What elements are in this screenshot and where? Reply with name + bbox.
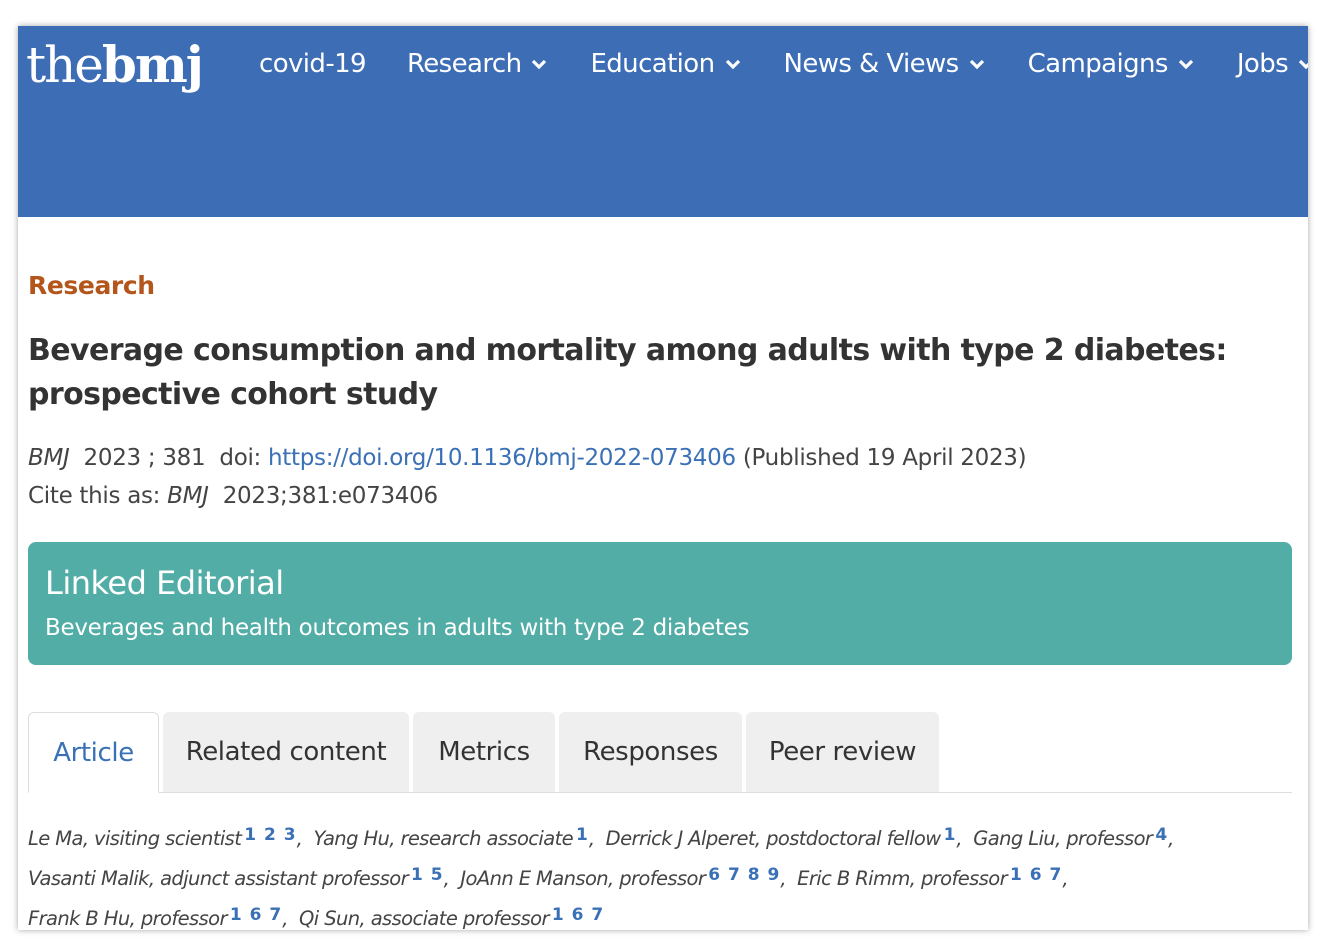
tab-label: Peer review xyxy=(768,737,917,767)
nav-item-label: Education xyxy=(590,49,715,79)
tab-related-content[interactable]: Related content xyxy=(163,712,409,792)
tab-responses[interactable]: Responses xyxy=(559,712,742,792)
tab-article[interactable]: Article xyxy=(28,712,159,793)
author-name[interactable]: Le Ma, visiting scientist xyxy=(28,827,242,850)
affiliation-refs[interactable]: 1 6 7 xyxy=(230,905,282,925)
author-entry: Derrick J Alperet, postdoctoral fellow 1, xyxy=(605,825,968,850)
logo-thin-text: the xyxy=(26,36,104,94)
cite-this-as: Cite this as: BMJ 2023;381:e073406 xyxy=(28,483,438,509)
journal-name: BMJ xyxy=(28,445,70,471)
year-volume: 2023 ; 381 xyxy=(83,445,206,471)
author-name[interactable]: Yang Hu, research associate xyxy=(313,827,573,850)
top-navbar: thebmj covid-19 Research Education News … xyxy=(18,26,1308,217)
bmj-logo[interactable]: thebmj xyxy=(26,30,204,100)
citation-line: BMJ 2023 ; 381 doi: https://doi.org/10.1… xyxy=(28,445,1027,471)
affiliation-refs[interactable]: 1 6 7 xyxy=(1010,865,1062,885)
tab-label: Article xyxy=(53,737,134,768)
author-entry: Gang Liu, professor 4, xyxy=(973,825,1174,850)
affiliation-refs[interactable]: 4 xyxy=(1155,825,1168,845)
tab-label: Related content xyxy=(185,737,387,767)
article-category[interactable]: Research xyxy=(28,271,155,300)
linked-editorial-box[interactable]: Linked Editorial Beverages and health ou… xyxy=(28,542,1292,665)
affiliation-refs[interactable]: 1 5 xyxy=(411,865,444,885)
chevron-down-icon xyxy=(725,59,740,70)
nav-item-education[interactable]: Education xyxy=(590,49,742,79)
tab-metrics[interactable]: Metrics xyxy=(413,712,555,792)
chevron-down-icon xyxy=(1298,59,1308,70)
affiliation-refs[interactable]: 1 2 3 xyxy=(244,825,296,845)
published-date: (Published 19 April 2023) xyxy=(742,445,1027,471)
affiliation-refs[interactable]: 1 xyxy=(576,825,589,845)
affiliation-refs[interactable]: 6 7 8 9 xyxy=(708,865,780,885)
nav-item-campaigns[interactable]: Campaigns xyxy=(1028,49,1196,79)
article-tabs: Article Related content Metrics Response… xyxy=(28,712,1292,793)
nav-menu: covid-19 Research Education News & Views… xyxy=(259,44,1308,84)
author-list: Le Ma, visiting scientist 1 2 3, Yang Hu,… xyxy=(28,817,1292,930)
nav-item-label: Campaigns xyxy=(1027,49,1169,79)
author-name[interactable]: Qi Sun, associate professor xyxy=(299,907,549,930)
doi-link[interactable]: https://doi.org/10.1136/bmj-2022-073406 xyxy=(268,445,736,471)
chevron-down-icon xyxy=(969,59,984,70)
author-entry: Yang Hu, research associate 1, xyxy=(313,825,601,850)
nav-item-news-views[interactable]: News & Views xyxy=(784,49,987,79)
author-entry: Vasanti Malik, adjunct assistant profess… xyxy=(28,865,455,890)
author-entry: Qi Sun, associate professor 1 6 7 xyxy=(299,905,604,930)
chevron-down-icon xyxy=(532,59,547,70)
editorial-heading: Linked Editorial xyxy=(45,564,284,602)
author-name[interactable]: Frank B Hu, professor xyxy=(28,907,227,930)
chevron-down-icon xyxy=(1178,59,1193,70)
affiliation-refs[interactable]: 1 6 7 xyxy=(552,905,604,925)
nav-item-label: News & Views xyxy=(783,49,960,79)
logo-bold-text: bmj xyxy=(101,35,204,94)
nav-item-jobs[interactable]: Jobs xyxy=(1237,49,1308,79)
nav-item-label: Research xyxy=(406,49,522,79)
tab-peer-review[interactable]: Peer review xyxy=(746,712,939,792)
browser-page: thebmj covid-19 Research Education News … xyxy=(18,26,1308,930)
editorial-subtitle[interactable]: Beverages and health outcomes in adults … xyxy=(45,615,750,641)
author-entry: Le Ma, visiting scientist 1 2 3, xyxy=(28,825,308,850)
author-name[interactable]: JoAnn E Manson, professor xyxy=(460,867,705,890)
cite-label: Cite this as: xyxy=(28,483,161,509)
tab-label: Responses xyxy=(583,737,718,767)
author-entry: Eric B Rimm, professor 1 6 7, xyxy=(797,865,1068,890)
author-name[interactable]: Eric B Rimm, professor xyxy=(797,867,1007,890)
author-entry: JoAnn E Manson, professor 6 7 8 9, xyxy=(460,865,792,890)
cite-value: 2023;381:e073406 xyxy=(222,483,438,509)
author-name[interactable]: Gang Liu, professor xyxy=(973,827,1153,850)
nav-item-research[interactable]: Research xyxy=(407,49,549,79)
journal-name: BMJ xyxy=(167,483,209,509)
author-entry: Frank B Hu, professor 1 6 7, xyxy=(28,905,294,930)
article-title: Beverage consumption and mortality among… xyxy=(28,333,1227,412)
tab-label: Metrics xyxy=(438,737,530,767)
affiliation-refs[interactable]: 1 xyxy=(944,825,957,845)
nav-item-label: Jobs xyxy=(1236,49,1289,79)
author-name[interactable]: Vasanti Malik, adjunct assistant profess… xyxy=(28,867,409,890)
doi-label: doi: xyxy=(219,445,262,471)
author-name[interactable]: Derrick J Alperet, postdoctoral fellow xyxy=(606,827,942,850)
nav-item-label: covid-19 xyxy=(259,49,367,79)
nav-item-covid[interactable]: covid-19 xyxy=(259,49,367,79)
